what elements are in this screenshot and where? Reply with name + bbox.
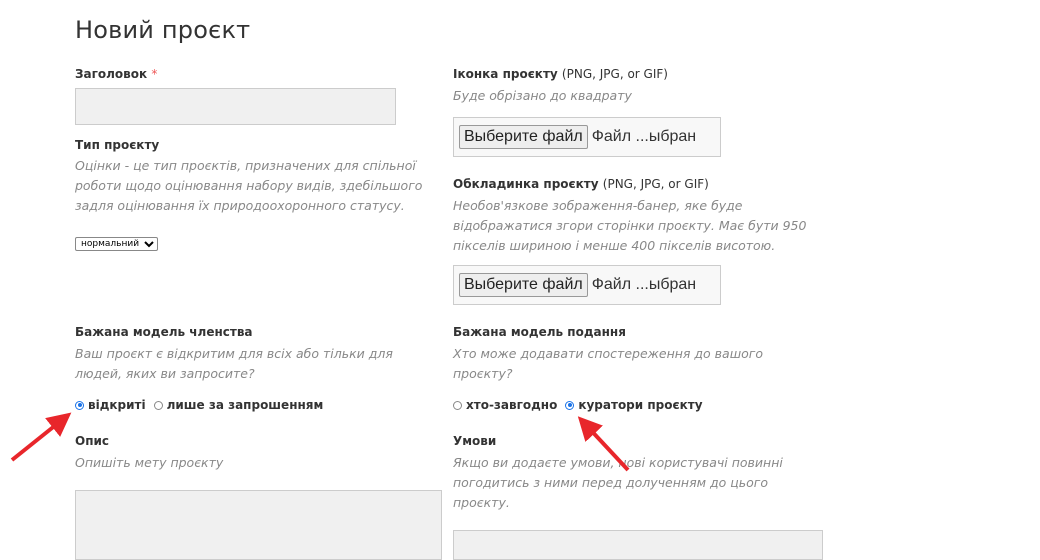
arrow-to-membership-radio: [10, 412, 72, 462]
annotation-arrows: [10, 412, 630, 472]
arrow-to-curators-radio: [577, 416, 630, 472]
